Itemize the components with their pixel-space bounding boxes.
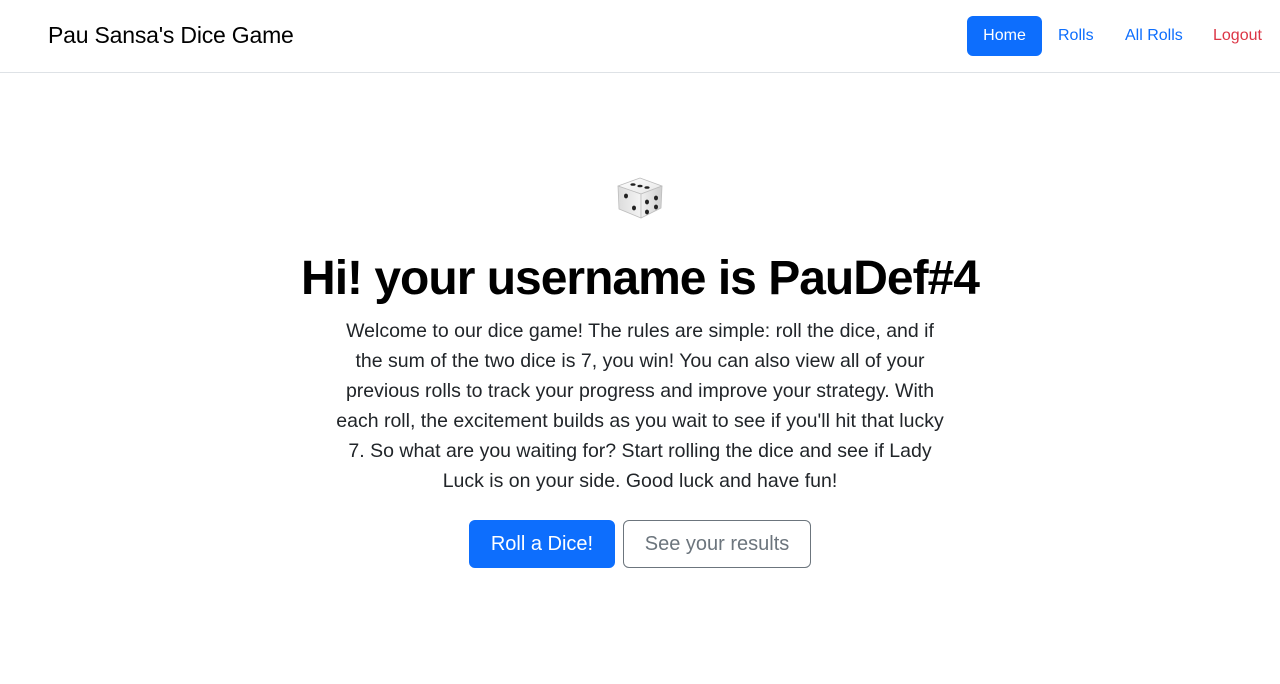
- nav-logout-link[interactable]: Logout: [1213, 16, 1262, 56]
- roll-dice-button[interactable]: Roll a Dice!: [469, 520, 615, 568]
- nav-rolls-link[interactable]: Rolls: [1058, 16, 1094, 56]
- dice-icon: [617, 177, 663, 219]
- nav-all-rolls-link[interactable]: All Rolls: [1125, 16, 1183, 56]
- see-results-button[interactable]: See your results: [623, 520, 811, 568]
- welcome-description: Welcome to our dice game! The rules are …: [336, 320, 944, 492]
- nav-home-link[interactable]: Home: [967, 16, 1042, 56]
- navbar: Pau Sansa's Dice Game Home Rolls All Rol…: [0, 0, 1280, 73]
- brand-title[interactable]: Pau Sansa's Dice Game: [48, 22, 294, 49]
- page-title: Hi! your username is PauDef#4: [301, 252, 980, 305]
